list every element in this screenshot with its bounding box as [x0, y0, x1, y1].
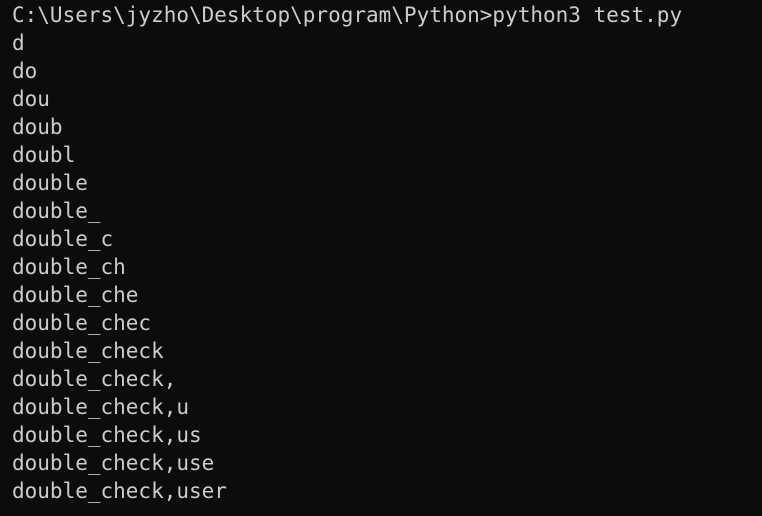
- output-line: double_check,u: [12, 395, 190, 419]
- output-line: double_check,use: [12, 451, 215, 475]
- output-line: doub: [12, 115, 63, 139]
- output-line: double_check: [12, 339, 164, 363]
- output-line: d: [12, 31, 25, 55]
- output-line: double_check,user: [12, 479, 227, 503]
- output-line: double_check,: [12, 367, 177, 391]
- output-line: double_check,us: [12, 423, 202, 447]
- output-line: double: [12, 171, 88, 195]
- output-line: double_chec: [12, 311, 152, 335]
- output-line: do: [12, 59, 38, 83]
- terminal-window[interactable]: C:\Users\jyzho\Desktop\program\Python>py…: [0, 0, 762, 516]
- output-line: doubl: [12, 143, 76, 167]
- output-line: double_c: [12, 227, 114, 251]
- output-line: dou: [12, 87, 50, 111]
- output-line: double_che: [12, 283, 139, 307]
- command-prompt-line: C:\Users\jyzho\Desktop\program\Python>py…: [12, 3, 683, 27]
- output-line: double_ch: [12, 255, 126, 279]
- output-line: double_: [12, 199, 101, 223]
